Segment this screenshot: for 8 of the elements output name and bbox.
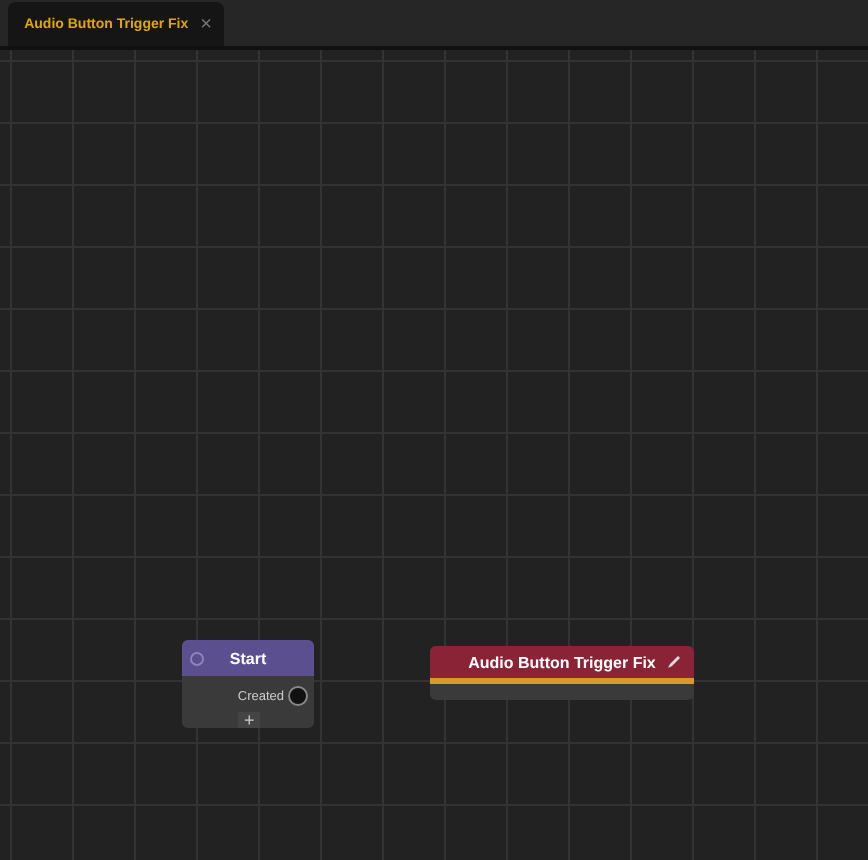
circle-icon <box>190 651 204 665</box>
node-title: Audio Button Trigger Fix <box>468 653 656 671</box>
pencil-icon[interactable] <box>666 654 682 670</box>
node-title: Start <box>229 649 267 667</box>
output-port[interactable] <box>288 686 308 706</box>
action-node[interactable]: Audio Button Trigger Fix <box>430 646 694 700</box>
add-port-button[interactable]: + <box>238 712 261 728</box>
close-icon[interactable]: × <box>200 13 212 35</box>
